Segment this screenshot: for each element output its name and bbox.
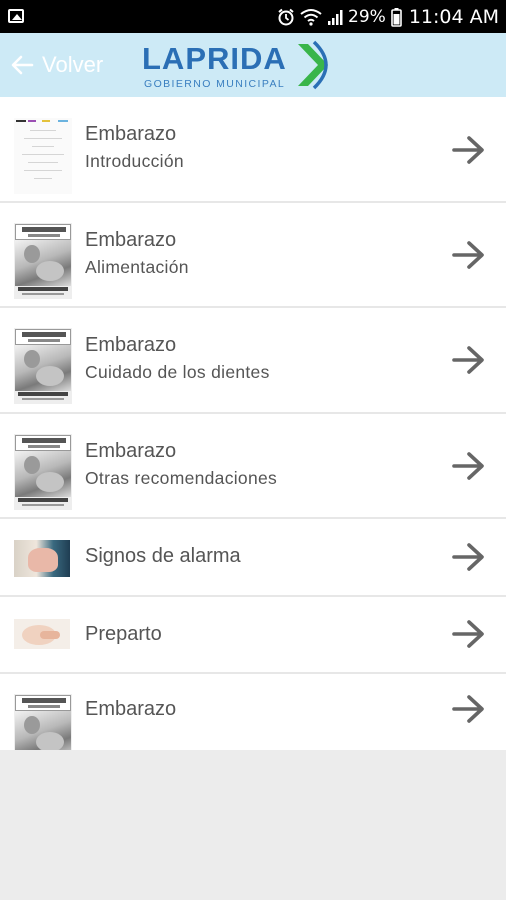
gallery-icon <box>8 9 24 23</box>
alarm-icon <box>278 8 294 26</box>
item-thumbnail <box>14 694 72 750</box>
back-label: Volver <box>42 52 104 77</box>
back-button[interactable]: Volver <box>10 47 103 83</box>
arrow-right-icon[interactable] <box>452 619 486 649</box>
back-arrow-icon <box>11 55 34 75</box>
item-subtitle: Alimentación <box>85 257 189 277</box>
clock: 11:04 AM <box>408 6 499 28</box>
item-thumbnail <box>14 328 72 404</box>
content-list: Embarazo Introducción Embarazo Alimentac… <box>0 97 506 750</box>
item-thumbnail <box>14 434 72 510</box>
app-bar: Volver LAPRIDA GOBIERNO MUNICIPAL <box>0 33 506 97</box>
arrow-right-icon[interactable] <box>452 542 486 572</box>
battery-icon <box>391 7 402 27</box>
arrow-right-icon[interactable] <box>452 135 486 165</box>
item-title: Embarazo <box>85 229 177 251</box>
item-thumbnail <box>14 223 72 299</box>
list-item[interactable]: Preparto <box>0 597 506 674</box>
laprida-logo: LAPRIDA GOBIERNO MUNICIPAL <box>140 38 340 94</box>
item-title: Embarazo <box>85 698 177 720</box>
item-title: Embarazo <box>85 440 177 462</box>
battery-percent: 29% <box>348 7 386 27</box>
item-title: Embarazo <box>85 123 177 145</box>
chevron-logo-icon <box>298 40 328 90</box>
arrow-right-icon[interactable] <box>452 451 486 481</box>
logo-subtitle: GOBIERNO MUNICIPAL <box>144 78 286 90</box>
signal-icon <box>328 10 343 25</box>
arrow-right-icon[interactable] <box>452 694 486 724</box>
item-title: Signos de alarma <box>85 545 241 567</box>
logo-name: LAPRIDA <box>142 41 287 76</box>
item-subtitle: Otras recomendaciones <box>85 468 278 488</box>
arrow-right-icon[interactable] <box>452 240 486 270</box>
item-subtitle: Cuidado de los dientes <box>85 362 270 382</box>
item-thumbnail <box>14 540 70 577</box>
item-thumbnail <box>14 619 70 649</box>
status-icons: 29% 11:04 AM <box>277 5 499 29</box>
status-bar: 29% 11:04 AM <box>0 0 506 33</box>
item-title: Preparto <box>85 623 162 645</box>
list-item[interactable]: Embarazo Introducción <box>0 97 506 203</box>
item-subtitle: Introducción <box>85 151 184 171</box>
item-thumbnail <box>14 118 72 194</box>
item-title: Embarazo <box>85 334 177 356</box>
list-item[interactable]: Embarazo Cuidado de los dientes <box>0 308 506 414</box>
list-item[interactable]: Embarazo <box>0 674 506 750</box>
wifi-icon <box>300 9 322 26</box>
arrow-right-icon[interactable] <box>452 345 486 375</box>
list-item[interactable]: Embarazo Alimentación <box>0 203 506 308</box>
list-item[interactable]: Embarazo Otras recomendaciones <box>0 414 506 519</box>
list-item[interactable]: Signos de alarma <box>0 519 506 597</box>
